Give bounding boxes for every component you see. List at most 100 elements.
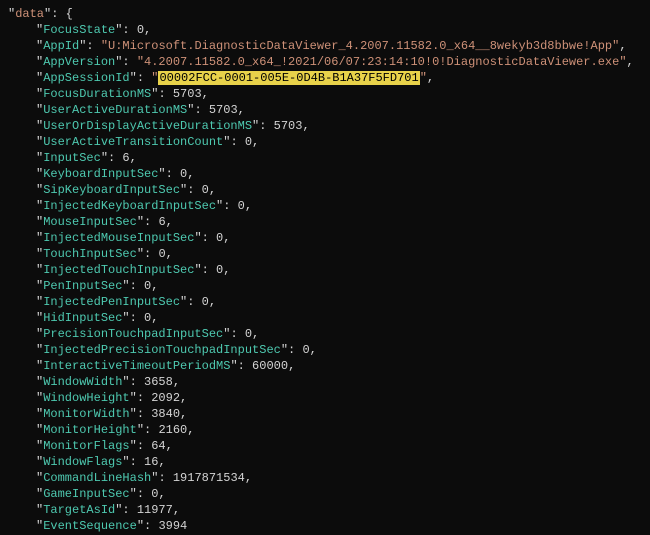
quote: " bbox=[194, 231, 201, 245]
root-key: data bbox=[15, 7, 44, 21]
comma: , bbox=[180, 391, 187, 405]
json-number: 60000 bbox=[252, 359, 288, 373]
json-entry: "InjectedPenInputSec": 0, bbox=[8, 294, 642, 310]
quote: " bbox=[122, 455, 129, 469]
quote: " bbox=[130, 391, 137, 405]
json-number: 2092 bbox=[151, 391, 180, 405]
json-key: WindowWidth bbox=[43, 375, 122, 389]
comma: , bbox=[158, 487, 165, 501]
json-entry: "UserActiveTransitionCount": 0, bbox=[8, 134, 642, 150]
quote: " bbox=[194, 263, 201, 277]
quote: " bbox=[137, 55, 144, 69]
json-number: 0 bbox=[137, 23, 144, 37]
quote: " bbox=[130, 439, 137, 453]
comma: , bbox=[144, 23, 151, 37]
comma: , bbox=[252, 135, 259, 149]
json-key: InputSec bbox=[43, 151, 101, 165]
comma: , bbox=[187, 167, 194, 181]
colon: : bbox=[187, 295, 201, 309]
colon: : bbox=[122, 23, 136, 37]
json-key: InjectedPrecisionTouchpadInputSec bbox=[43, 343, 281, 357]
comma: , bbox=[166, 247, 173, 261]
colon: : bbox=[238, 359, 252, 373]
colon: : bbox=[158, 87, 172, 101]
comma: , bbox=[180, 407, 187, 421]
comma: , bbox=[245, 199, 252, 213]
json-entry: "InteractiveTimeoutPeriodMS": 60000, bbox=[8, 358, 642, 374]
json-entry: "HidInputSec": 0, bbox=[8, 310, 642, 326]
comma: , bbox=[166, 215, 173, 229]
json-number: 0 bbox=[202, 295, 209, 309]
json-entry: "UserOrDisplayActiveDurationMS": 5703, bbox=[8, 118, 642, 134]
colon: : bbox=[202, 263, 216, 277]
comma: , bbox=[288, 359, 295, 373]
quote: " bbox=[101, 39, 108, 53]
json-number: 6 bbox=[122, 151, 129, 165]
colon: : bbox=[137, 391, 151, 405]
json-number: 64 bbox=[151, 439, 165, 453]
comma: , bbox=[619, 39, 626, 53]
json-key: UserActiveDurationMS bbox=[43, 103, 187, 117]
colon: : bbox=[130, 279, 144, 293]
colon: : bbox=[194, 103, 208, 117]
comma: , bbox=[151, 311, 158, 325]
comma: , bbox=[209, 295, 216, 309]
comma: , bbox=[166, 439, 173, 453]
json-entry: "SipKeyboardInputSec": 0, bbox=[8, 182, 642, 198]
comma: , bbox=[202, 87, 209, 101]
comma: , bbox=[187, 423, 194, 437]
colon: : bbox=[144, 247, 158, 261]
comma: , bbox=[130, 151, 137, 165]
colon: : bbox=[259, 119, 273, 133]
json-key: MonitorHeight bbox=[43, 423, 137, 437]
quote: " bbox=[137, 519, 144, 533]
quote: " bbox=[137, 247, 144, 261]
json-key: WindowFlags bbox=[43, 455, 122, 469]
colon: : bbox=[144, 519, 158, 533]
quote: " bbox=[420, 71, 427, 85]
comma: , bbox=[209, 183, 216, 197]
json-entry: "InputSec": 6, bbox=[8, 150, 642, 166]
comma: , bbox=[427, 71, 434, 85]
json-number: 1917871534 bbox=[173, 471, 245, 485]
json-key: WindowHeight bbox=[43, 391, 129, 405]
json-number: 16 bbox=[144, 455, 158, 469]
colon: : bbox=[130, 311, 144, 325]
comma: , bbox=[223, 263, 230, 277]
json-number: 2160 bbox=[158, 423, 187, 437]
quote: " bbox=[101, 151, 108, 165]
json-key: KeyboardInputSec bbox=[43, 167, 158, 181]
quote: " bbox=[130, 487, 137, 501]
json-entry: "MonitorHeight": 2160, bbox=[8, 422, 642, 438]
json-entry: "InjectedMouseInputSec": 0, bbox=[8, 230, 642, 246]
json-number: 0 bbox=[245, 327, 252, 341]
quote: " bbox=[619, 55, 626, 69]
json-number: 0 bbox=[202, 183, 209, 197]
quote: " bbox=[122, 279, 129, 293]
colon: : bbox=[137, 439, 151, 453]
json-viewer: "data": { "FocusState": 0,"AppId": "U:Mi… bbox=[0, 0, 650, 535]
comma: , bbox=[252, 327, 259, 341]
json-number: 3994 bbox=[158, 519, 187, 533]
json-entry: "MonitorWidth": 3840, bbox=[8, 406, 642, 422]
json-number: 0 bbox=[238, 199, 245, 213]
colon: : bbox=[137, 487, 151, 501]
comma: , bbox=[173, 503, 180, 517]
json-key: InjectedPenInputSec bbox=[43, 295, 180, 309]
json-number: 5703 bbox=[274, 119, 303, 133]
json-entry: "InjectedTouchInputSec": 0, bbox=[8, 262, 642, 278]
json-number: 5703 bbox=[173, 87, 202, 101]
json-key: AppSessionId bbox=[43, 71, 129, 85]
json-key: GameInputSec bbox=[43, 487, 129, 501]
json-string-highlighted: 00002FCC-0001-005E-0D4B-B1A37F5FD701 bbox=[158, 71, 419, 85]
json-key: UserOrDisplayActiveDurationMS bbox=[43, 119, 252, 133]
quote: " bbox=[130, 71, 137, 85]
colon: : bbox=[122, 55, 136, 69]
json-key: EventSequence bbox=[43, 519, 137, 533]
json-key: InteractiveTimeoutPeriodMS bbox=[43, 359, 230, 373]
root-open-line: "data": { bbox=[8, 6, 642, 22]
quote: " bbox=[158, 167, 165, 181]
colon: : bbox=[202, 231, 216, 245]
json-key: AppVersion bbox=[43, 55, 115, 69]
json-key: SipKeyboardInputSec bbox=[43, 183, 180, 197]
